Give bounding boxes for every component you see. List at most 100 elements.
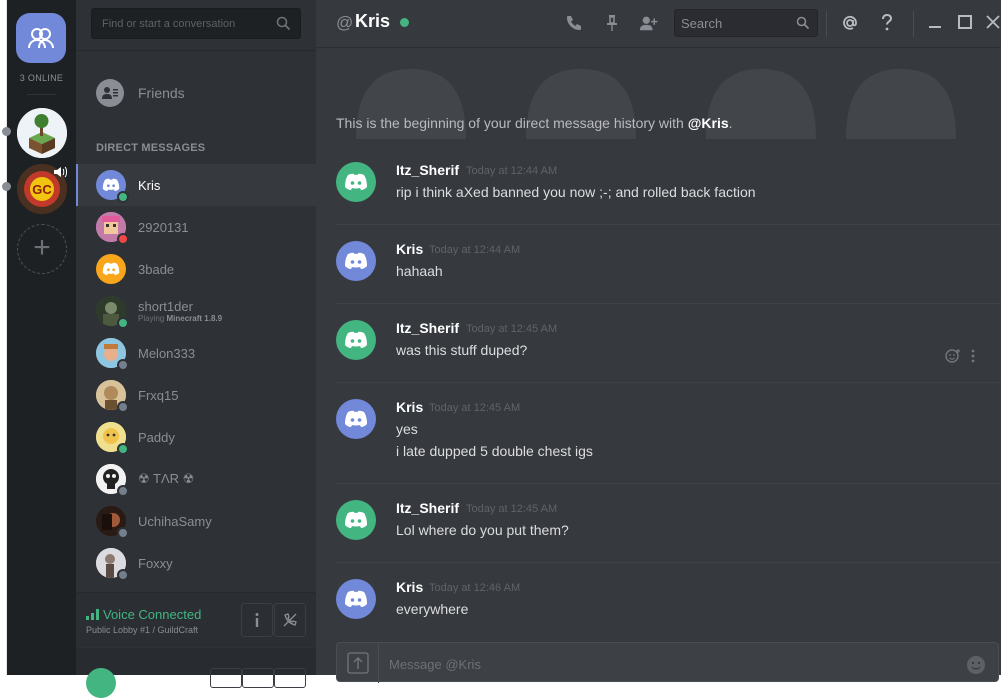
dm-name: Paddy [138,429,175,445]
dm-item-kris[interactable]: Kris [76,164,316,206]
dm-name: short1der [138,299,193,314]
disconnect-button[interactable] [274,603,306,637]
unread-pip [2,182,11,191]
message-author[interactable]: Itz_Sherif [396,500,459,516]
avatar [96,380,129,413]
user-panel [76,648,316,698]
dm-item-uchihasamy[interactable]: UchihaSamy [76,500,316,542]
pinned-messages-button[interactable] [602,13,622,33]
dm-item-3bade[interactable]: 3bade [76,248,316,290]
svg-text:GC: GC [32,182,52,197]
dm-name: UchihaSamy [138,513,212,529]
intro-text: This is the beginning of your direct mes… [336,115,688,131]
message-list[interactable]: This is the beginning of your direct mes… [316,49,1001,623]
search-placeholder: Search [681,16,723,31]
mentions-button[interactable] [840,13,860,33]
avatar [96,422,129,455]
discord-logo-icon [345,511,367,528]
home-friends-button[interactable] [16,13,66,63]
online-status-indicator [117,443,129,455]
friends-list-icon [96,79,124,107]
friends-link[interactable]: Friends [96,79,185,107]
message-author[interactable]: Kris [396,241,423,257]
search-input[interactable]: Search [674,9,818,37]
dnd-status-indicator [117,233,129,245]
message-avatar[interactable] [336,500,376,540]
maximize-button[interactable] [953,10,977,36]
voice-status-label: Voice Connected [103,607,202,622]
connection-info-button[interactable] [241,603,273,637]
guild-icon-skyblock[interactable] [17,108,67,158]
discord-logo-icon [102,178,120,191]
discord-logo-icon [102,262,120,275]
discord-app: 3 ONLINE GC + Find or start a conversati… [0,0,1001,698]
upload-button[interactable] [337,643,379,683]
dm-item-foxxy[interactable]: Foxxy [76,542,316,584]
friends-label: Friends [138,85,185,101]
avatar [96,296,129,329]
dm-name: 3bade [138,261,175,277]
message-author[interactable]: Kris [396,399,423,415]
dm-item-2920131[interactable]: 2920131 [76,206,316,248]
message-avatar[interactable] [336,399,376,439]
header-divider [913,11,914,37]
more-options-icon[interactable] [971,349,975,363]
message-group: Kris Today at 12:44 AM hahaah [316,225,1001,304]
discord-logo-icon [345,590,367,607]
offline-status-indicator [117,401,129,413]
message-text: everywhere [396,601,469,617]
unread-pip [2,127,11,136]
user-avatar[interactable] [86,668,116,698]
avatar [96,548,129,581]
dm-name: Kris [138,177,161,193]
message-text: yes [396,421,418,437]
at-symbol: @ [336,13,354,32]
message-input[interactable] [389,657,929,672]
close-icon [986,15,1000,29]
divider [76,50,316,51]
dm-item-paddy[interactable]: Paddy [76,416,316,458]
deafen-button[interactable] [242,668,274,688]
add-reaction-icon[interactable] [945,348,961,364]
message-text: i late dupped 5 double chest igs [396,443,593,459]
mute-button[interactable] [210,668,242,688]
message-author[interactable]: Itz_Sherif [396,162,459,178]
window-edge [0,0,7,675]
island-icon [17,108,67,158]
message-text: rip i think aXed banned you now ;-; and … [396,184,756,200]
add-friends-to-dm-button[interactable] [639,13,659,33]
dm-name: ☢ TΛR ☢ [138,471,195,486]
dm-item-melon333[interactable]: Melon333 [76,332,316,374]
offline-status-indicator [117,359,129,371]
help-button[interactable] [877,13,897,33]
dm-name: Foxxy [138,555,173,571]
dm-item-tar[interactable]: ☢ TΛR ☢ [76,458,316,500]
voice-call-button[interactable] [564,13,584,33]
find-conversation-input[interactable]: Find or start a conversation [91,8,301,39]
user-settings-button[interactable] [274,668,306,688]
add-user-icon [639,16,658,31]
message-avatar[interactable] [336,579,376,619]
online-status-indicator [400,18,409,27]
discord-logo-icon [345,173,367,190]
message-author[interactable]: Kris [396,579,423,595]
message-author[interactable]: Itz_Sherif [396,320,459,336]
message-avatar[interactable] [336,162,376,202]
message-avatar[interactable] [336,241,376,281]
discord-logo-icon [345,252,367,269]
message-timestamp: Today at 12:45 AM [466,323,558,335]
add-server-button[interactable]: + [17,224,67,274]
minimize-icon [929,26,941,28]
voice-status: Voice Connected [86,607,201,622]
minimize-button[interactable] [923,10,947,36]
close-window-button[interactable] [981,10,1001,36]
avatar [96,212,129,245]
dm-item-frxq15[interactable]: Frxq15 [76,374,316,416]
chat-title: Kris [355,11,391,31]
dm-item-short1der[interactable]: short1der Playing Minecraft 1.8.9 [76,290,316,332]
message-avatar[interactable] [336,320,376,360]
message-actions [945,348,975,364]
intro-user[interactable]: @Kris [688,115,729,131]
emoji-picker-icon[interactable] [966,655,986,675]
message-timestamp: Today at 12:46 AM [429,582,521,594]
